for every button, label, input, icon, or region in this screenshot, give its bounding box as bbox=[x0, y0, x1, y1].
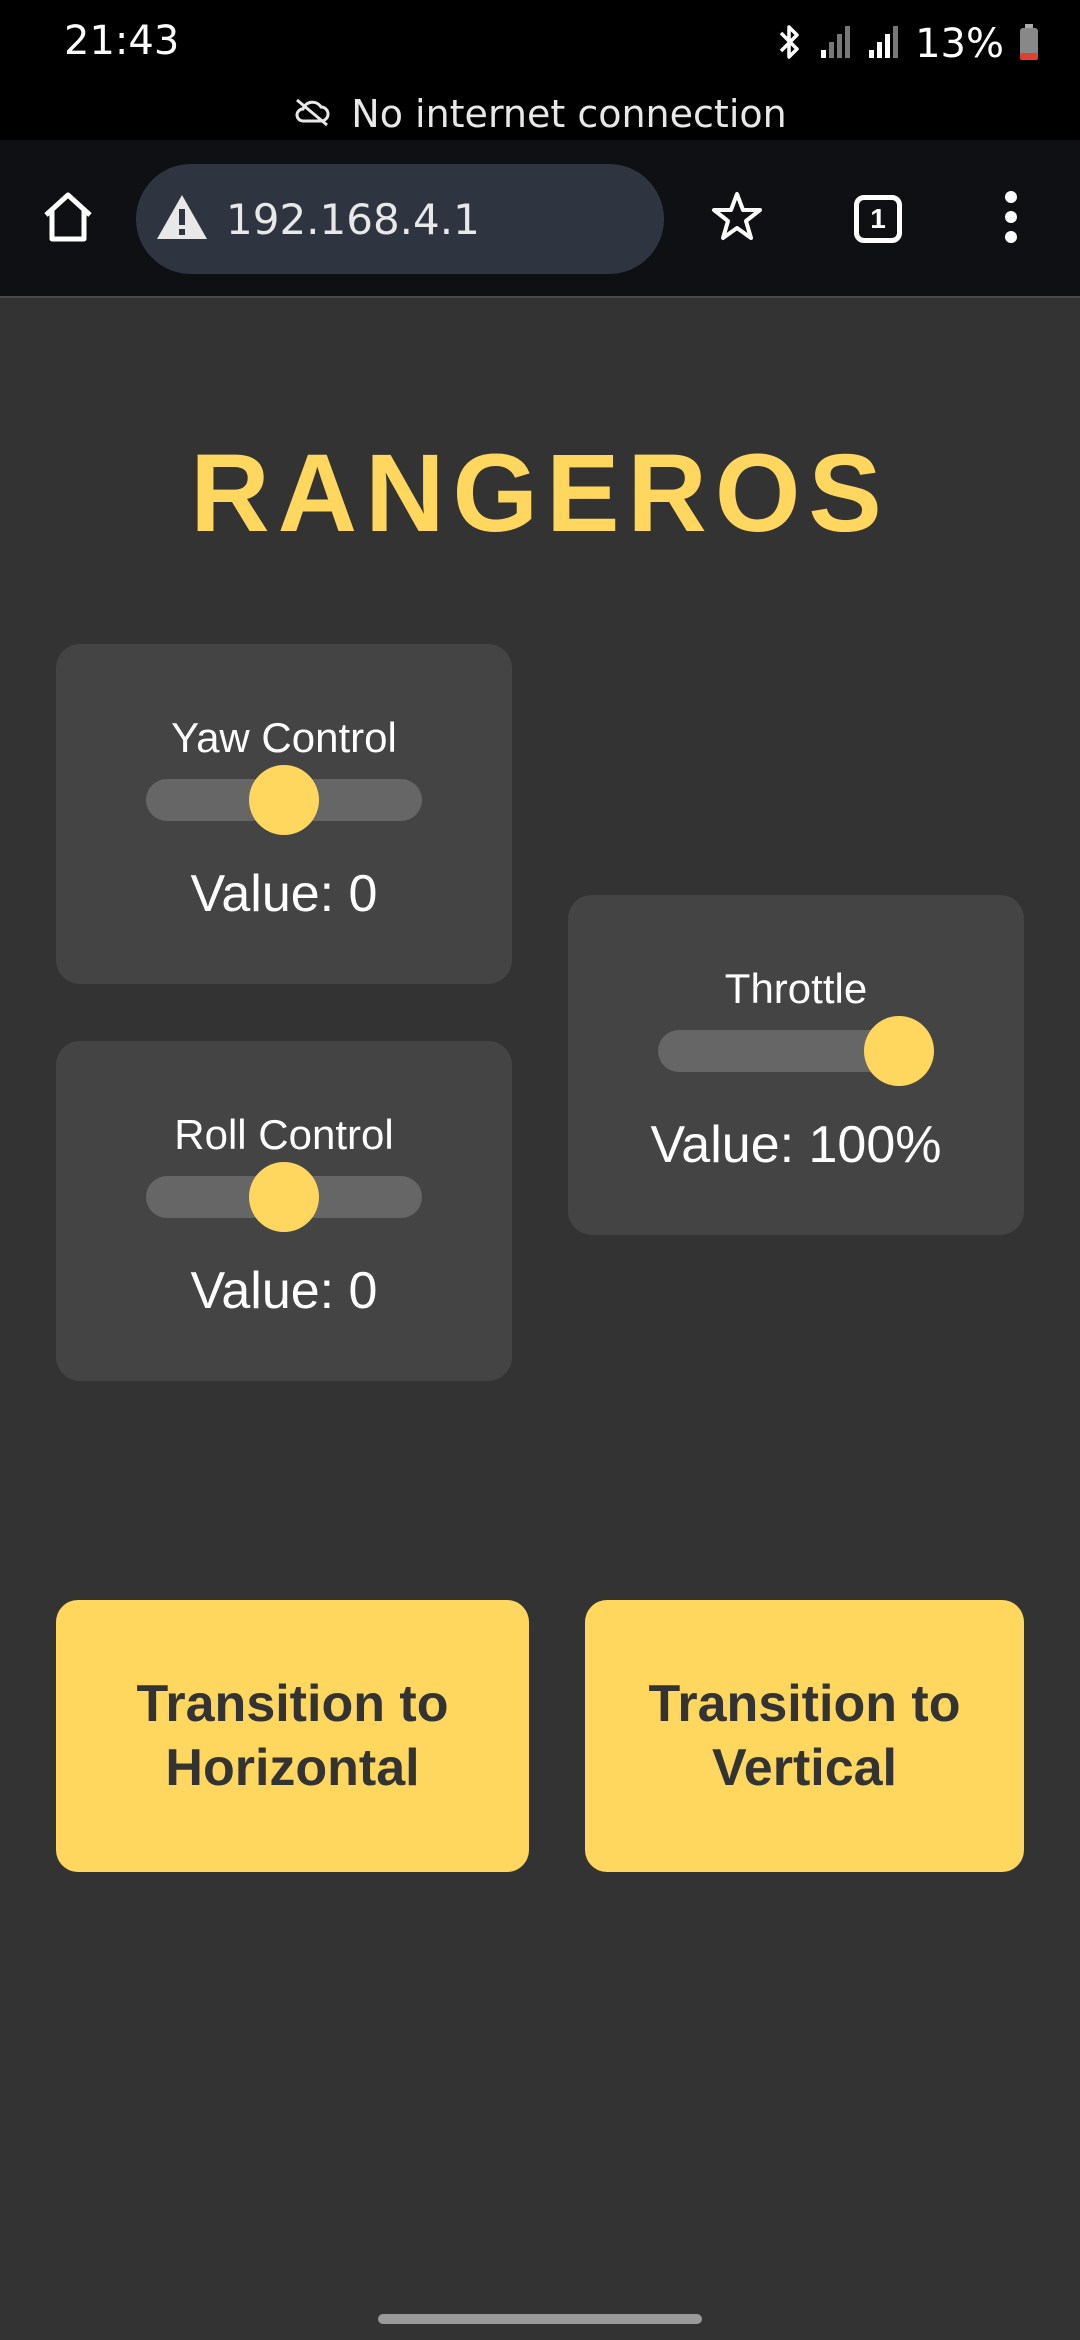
offline-banner: No internet connection bbox=[0, 88, 1080, 140]
roll-control-card: Roll Control Value: 0 bbox=[56, 1041, 512, 1381]
address-bar[interactable]: 192.168.4.1 bbox=[136, 164, 664, 274]
bookmark-button[interactable] bbox=[695, 177, 779, 261]
tabs-button[interactable]: 1 bbox=[836, 177, 920, 261]
star-icon bbox=[710, 190, 764, 249]
tabs-icon: 1 bbox=[854, 195, 902, 243]
home-icon bbox=[40, 189, 96, 250]
bluetooth-icon bbox=[775, 22, 805, 67]
battery-percentage: 13% bbox=[915, 21, 1004, 67]
yaw-slider-thumb[interactable] bbox=[249, 765, 319, 835]
cloud-off-icon bbox=[293, 92, 331, 136]
roll-slider[interactable] bbox=[146, 1162, 422, 1232]
status-bar: 21:43 13% bbox=[0, 0, 1080, 88]
yaw-slider[interactable] bbox=[146, 765, 422, 835]
signal-icon bbox=[819, 22, 853, 67]
roll-value: Value: 0 bbox=[190, 1262, 378, 1320]
yaw-control-label: Yaw Control bbox=[171, 714, 397, 761]
url-text: 192.168.4.1 bbox=[226, 194, 480, 244]
yaw-control-card: Yaw Control Value: 0 bbox=[56, 644, 512, 984]
battery-icon bbox=[1018, 22, 1040, 67]
transition-vertical-button[interactable]: Transition to Vertical bbox=[585, 1600, 1024, 1872]
throttle-slider[interactable] bbox=[658, 1016, 934, 1086]
roll-control-label: Roll Control bbox=[174, 1111, 394, 1158]
throttle-card: Throttle Value: 100% bbox=[568, 895, 1024, 1235]
status-time: 21:43 bbox=[64, 18, 180, 64]
status-icons: 13% bbox=[775, 16, 1040, 72]
browser-toolbar: 192.168.4.1 1 bbox=[0, 140, 1080, 298]
signal-icon bbox=[867, 22, 901, 67]
yaw-value: Value: 0 bbox=[190, 865, 378, 923]
page-title: RANGEROS bbox=[190, 432, 890, 555]
offline-text: No internet connection bbox=[351, 92, 787, 136]
throttle-label: Throttle bbox=[724, 965, 868, 1012]
home-indicator[interactable] bbox=[378, 2314, 702, 2324]
home-button[interactable] bbox=[26, 177, 110, 261]
more-icon bbox=[1001, 189, 1021, 250]
more-menu-button[interactable] bbox=[969, 177, 1053, 261]
throttle-value: Value: 100% bbox=[650, 1116, 942, 1174]
throttle-slider-thumb[interactable] bbox=[864, 1016, 934, 1086]
warning-icon bbox=[154, 192, 210, 247]
roll-slider-thumb[interactable] bbox=[249, 1162, 319, 1232]
transition-horizontal-button[interactable]: Transition to Horizontal bbox=[56, 1600, 529, 1872]
